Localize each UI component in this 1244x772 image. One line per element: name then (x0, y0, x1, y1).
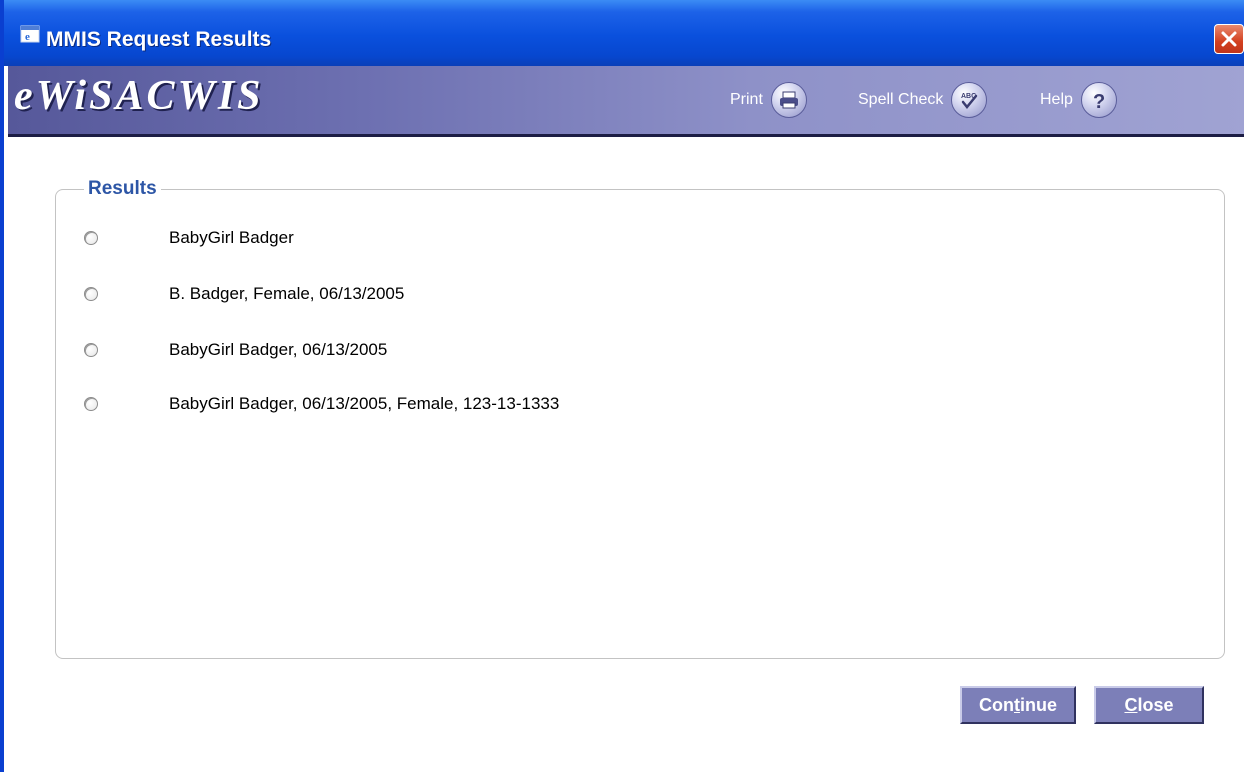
result-radio-1[interactable] (84, 231, 98, 245)
continue-label-post: inue (1019, 694, 1057, 715)
result-option-1[interactable]: BabyGirl Badger (84, 226, 294, 250)
title-bar[interactable]: e MMIS Request Results (4, 0, 1244, 66)
result-radio-2[interactable] (84, 287, 98, 301)
print-label: Print (730, 91, 763, 108)
print-button[interactable]: Print (730, 80, 807, 120)
result-option-4[interactable]: BabyGirl Badger, 06/13/2005, Female, 123… (84, 392, 559, 416)
dialog-window: e MMIS Request Results eWiSACWIS Print S… (0, 0, 1244, 772)
result-option-3[interactable]: BabyGirl Badger, 06/13/2005 (84, 338, 387, 362)
help-button[interactable]: Help ? (1040, 80, 1117, 120)
results-legend: Results (84, 178, 161, 200)
ie-window-icon: e (20, 24, 40, 44)
svg-text:?: ? (1093, 91, 1105, 112)
app-logo: eWiSACWIS (14, 73, 264, 119)
svg-text:e: e (25, 31, 30, 43)
close-label-accel: C (1124, 694, 1138, 715)
close-window-button[interactable] (1214, 24, 1244, 54)
continue-button[interactable]: Con t inue (960, 686, 1076, 724)
result-radio-4[interactable] (84, 397, 98, 411)
print-icon (770, 82, 807, 118)
spell-check-label: Spell Check (858, 91, 944, 108)
help-icon: ? (1080, 82, 1117, 118)
result-radio-3[interactable] (84, 343, 98, 357)
close-icon (1221, 31, 1237, 47)
result-option-2[interactable]: B. Badger, Female, 06/13/2005 (84, 282, 404, 306)
results-groupbox (55, 189, 1225, 659)
window-title: MMIS Request Results (46, 28, 272, 51)
result-label-4: BabyGirl Badger, 06/13/2005, Female, 123… (169, 394, 560, 413)
result-label-2: B. Badger, Female, 06/13/2005 (169, 284, 405, 303)
close-button[interactable]: Close (1094, 686, 1204, 724)
result-label-3: BabyGirl Badger, 06/13/2005 (169, 340, 388, 359)
app-banner: eWiSACWIS Print Spell Check ABC Help ? (8, 66, 1244, 137)
spell-check-icon: ABC (951, 82, 988, 118)
spell-check-button[interactable]: Spell Check ABC (858, 80, 988, 120)
help-label: Help (1040, 91, 1073, 108)
continue-label-pre: Con (978, 694, 1014, 715)
close-label-post: lose (1137, 694, 1174, 715)
result-label-1: BabyGirl Badger (169, 228, 294, 247)
